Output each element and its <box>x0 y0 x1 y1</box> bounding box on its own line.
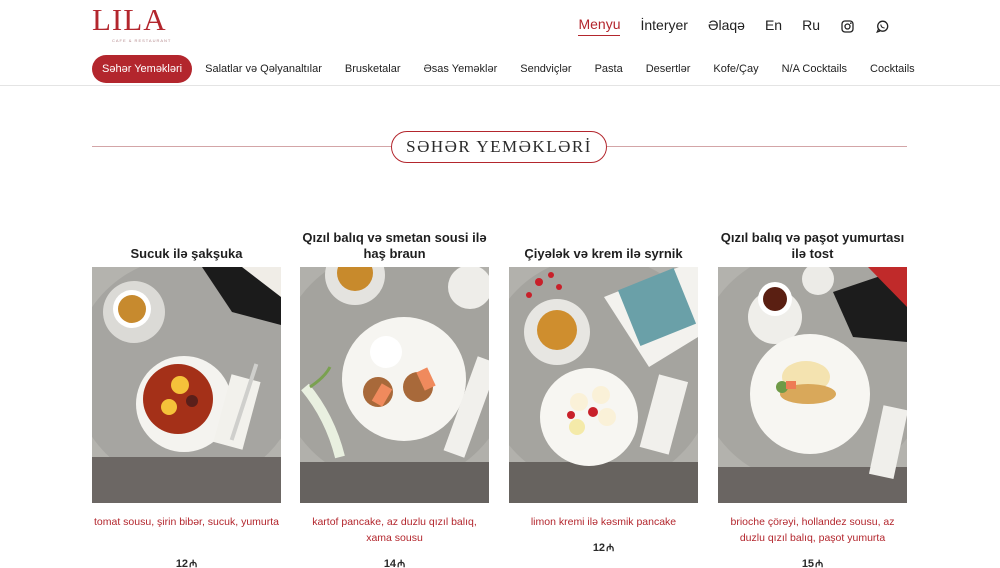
section-title: SƏHƏR YEMƏKLƏRİ <box>391 131 607 163</box>
category-tab-mains[interactable]: Əsas Yeməklər <box>414 55 508 83</box>
currency-symbol: ₼ <box>606 543 615 554</box>
divider-right <box>607 146 907 147</box>
category-tab-bruschetta[interactable]: Brusketalar <box>335 55 411 83</box>
menu-item-description: kartof pancake, az duzlu qızıl balıq, xa… <box>312 516 477 544</box>
brand-name: LILA <box>92 2 167 37</box>
currency-symbol: ₼ <box>189 559 198 568</box>
menu-item-card[interactable]: Çiyələk və krem ilə syrnik limon kremi i… <box>509 222 698 554</box>
menu-item-description: tomat sousu, şirin bibər, sucuk, yumurta <box>94 516 279 528</box>
brand-tagline: CAFE & RESTAURANT <box>112 38 172 43</box>
category-tab-pasta[interactable]: Pasta <box>585 55 633 83</box>
menu-item-price: 14₼ <box>300 556 489 568</box>
menu-item-price: 12₼ <box>92 556 281 568</box>
category-tab-coffee-tea[interactable]: Kofe/Çay <box>703 55 768 83</box>
menu-item-photo[interactable] <box>300 267 489 503</box>
section-heading: SƏHƏR YEMƏKLƏRİ <box>92 131 907 163</box>
price-value: 12 <box>175 558 189 568</box>
menu-item-card[interactable]: Qızıl balıq və paşot yumurtası ilə tost … <box>718 222 907 568</box>
menu-item-description: limon kremi ilə kəsmik pancake <box>530 516 677 528</box>
menu-item-photo[interactable] <box>509 267 698 503</box>
menu-item-price: 15₼ <box>718 556 907 568</box>
divider-left <box>92 146 391 147</box>
menu-item-description: brioche çörəyi, hollandez sousu, az duzl… <box>730 516 895 544</box>
lang-en[interactable]: En <box>765 17 782 36</box>
currency-symbol: ₼ <box>397 559 406 568</box>
category-tab-breakfast[interactable]: Səhər Yeməkləri <box>92 55 193 83</box>
menu-item-title: Sucuk ilə şakşuka <box>130 246 243 261</box>
nav-interior[interactable]: İnteryer <box>640 17 687 36</box>
price-value: 12 <box>592 542 606 554</box>
site-header: LILA CAFE & RESTAURANT Menyu İnteryer Əl… <box>0 0 1000 52</box>
menu-item-photo[interactable] <box>718 267 907 503</box>
menu-item-title: Qızıl balıq və paşot yumurtası ilə tost <box>720 230 905 261</box>
currency-symbol: ₼ <box>815 559 824 568</box>
category-bar: Səhər Yeməkləri Salatlar və Qəlyanaltıla… <box>0 52 1000 86</box>
price-value: 15 <box>801 558 815 568</box>
category-tab-salads[interactable]: Salatlar və Qəlyanaltılar <box>195 55 332 83</box>
menu-item-photo[interactable] <box>92 267 281 503</box>
category-tab-cocktails[interactable]: Cocktails <box>860 55 925 83</box>
menu-item-price: 12₼ <box>509 540 698 554</box>
menu-item-card[interactable]: Qızıl balıq və smetan sousi ilə haş brau… <box>300 222 489 568</box>
menu-item-title: Çiyələk və krem ilə syrnik <box>524 246 683 261</box>
menu-item-title: Qızıl balıq və smetan sousi ilə haş brau… <box>302 230 487 261</box>
instagram-icon[interactable] <box>840 19 855 34</box>
brand-logo[interactable]: LILA CAFE & RESTAURANT <box>92 4 172 46</box>
nav-contact[interactable]: Əlaqə <box>708 17 745 36</box>
category-tab-sandwiches[interactable]: Sendviçlər <box>510 55 581 83</box>
category-tabs: Səhər Yeməkləri Salatlar və Qəlyanaltıla… <box>92 55 928 83</box>
top-navigation: Menyu İnteryer Əlaqə En Ru <box>578 16 890 36</box>
category-tab-na-cocktails[interactable]: N/A Cocktails <box>772 55 857 83</box>
category-tab-desserts[interactable]: Desertlər <box>636 55 701 83</box>
lang-ru[interactable]: Ru <box>802 17 820 36</box>
menu-item-card[interactable]: Sucuk ilə şakşuka tomat sousu, şirin bib… <box>92 222 281 568</box>
nav-menu[interactable]: Menyu <box>578 16 621 36</box>
price-value: 14 <box>383 558 397 568</box>
whatsapp-icon[interactable] <box>875 19 890 34</box>
